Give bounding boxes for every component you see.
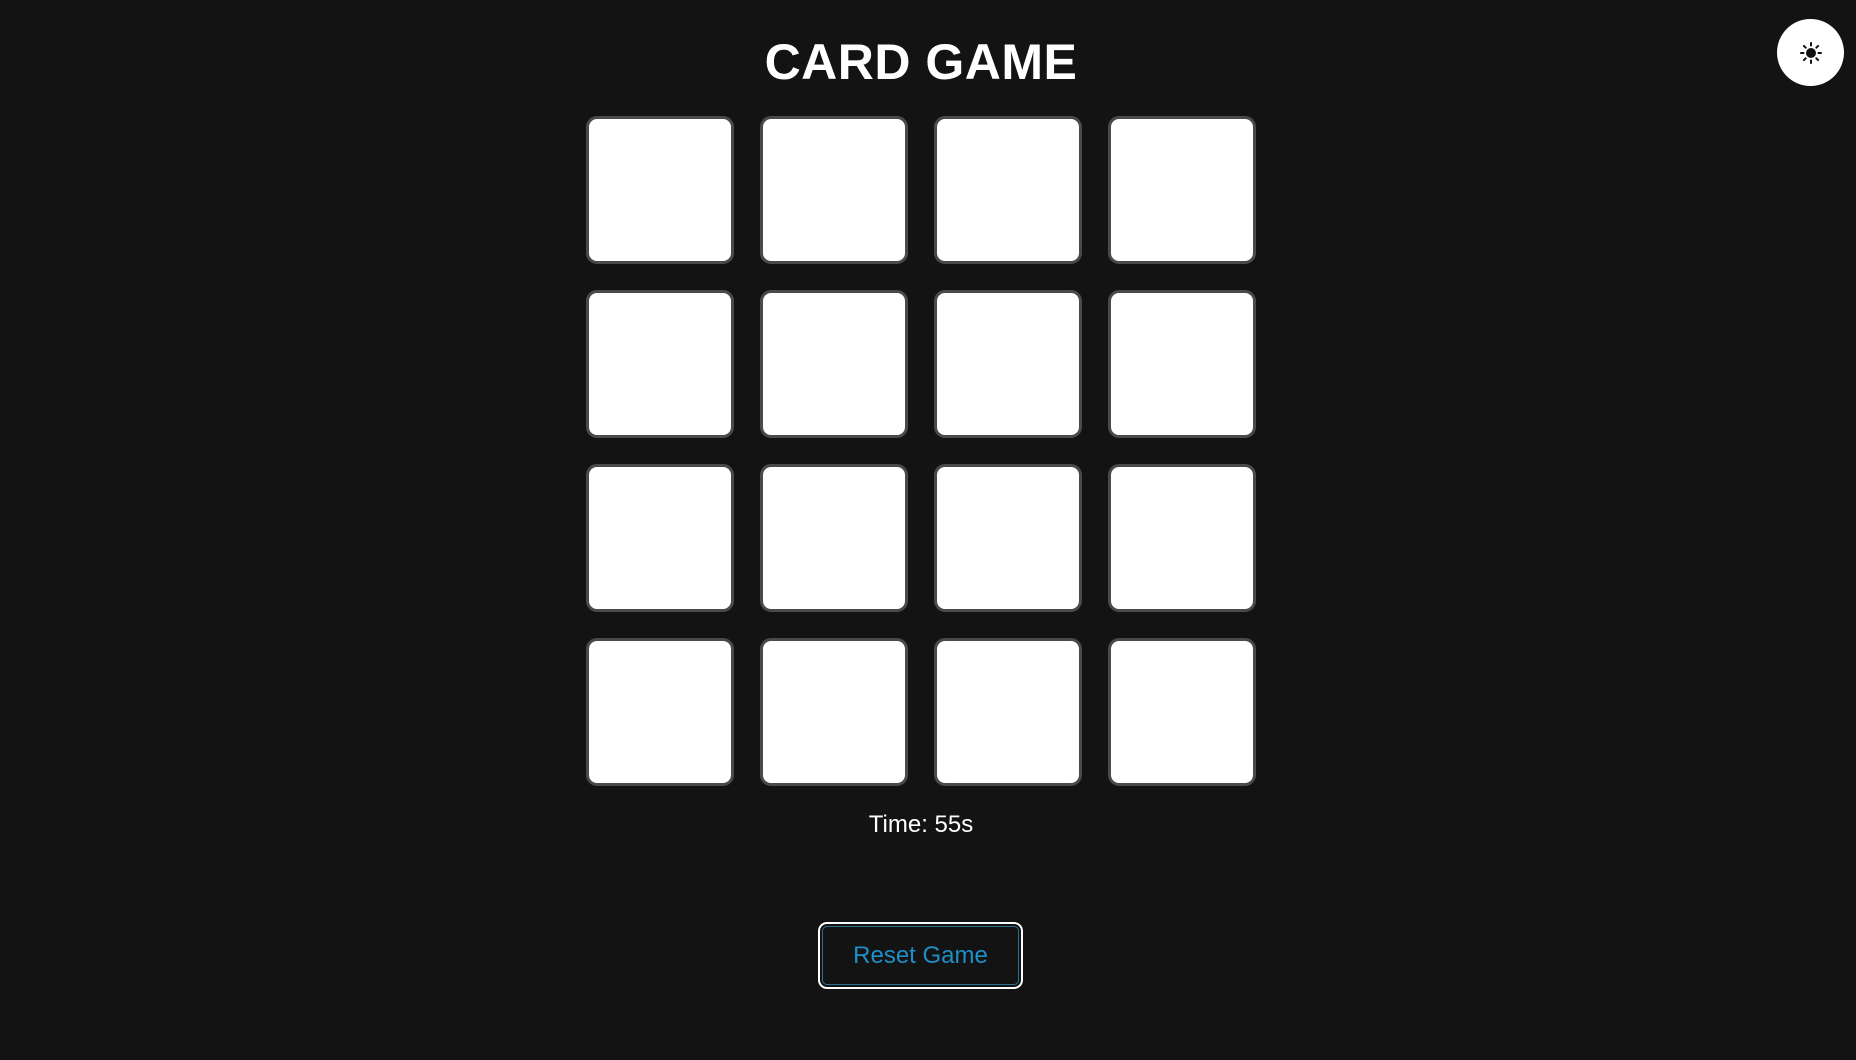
card[interactable] xyxy=(1108,464,1256,612)
card[interactable] xyxy=(760,290,908,438)
card[interactable] xyxy=(934,638,1082,786)
card[interactable] xyxy=(586,464,734,612)
theme-toggle-button[interactable] xyxy=(1777,19,1844,86)
card[interactable] xyxy=(1108,290,1256,438)
card[interactable] xyxy=(760,638,908,786)
card[interactable] xyxy=(1108,638,1256,786)
card[interactable] xyxy=(934,290,1082,438)
card[interactable] xyxy=(586,116,734,264)
game-page: CARD GAME Time: 55s Reset Game xyxy=(0,0,1856,1060)
card[interactable] xyxy=(586,638,734,786)
card[interactable] xyxy=(760,116,908,264)
card[interactable] xyxy=(586,290,734,438)
card-grid xyxy=(586,116,1256,786)
sun-icon xyxy=(1799,41,1822,64)
timer-display: Time: 55s xyxy=(868,811,974,838)
card[interactable] xyxy=(934,116,1082,264)
card[interactable] xyxy=(1108,116,1256,264)
card[interactable] xyxy=(760,464,908,612)
page-title: CARD GAME xyxy=(764,34,1078,90)
card[interactable] xyxy=(934,464,1082,612)
reset-game-button[interactable]: Reset Game xyxy=(818,922,1023,989)
